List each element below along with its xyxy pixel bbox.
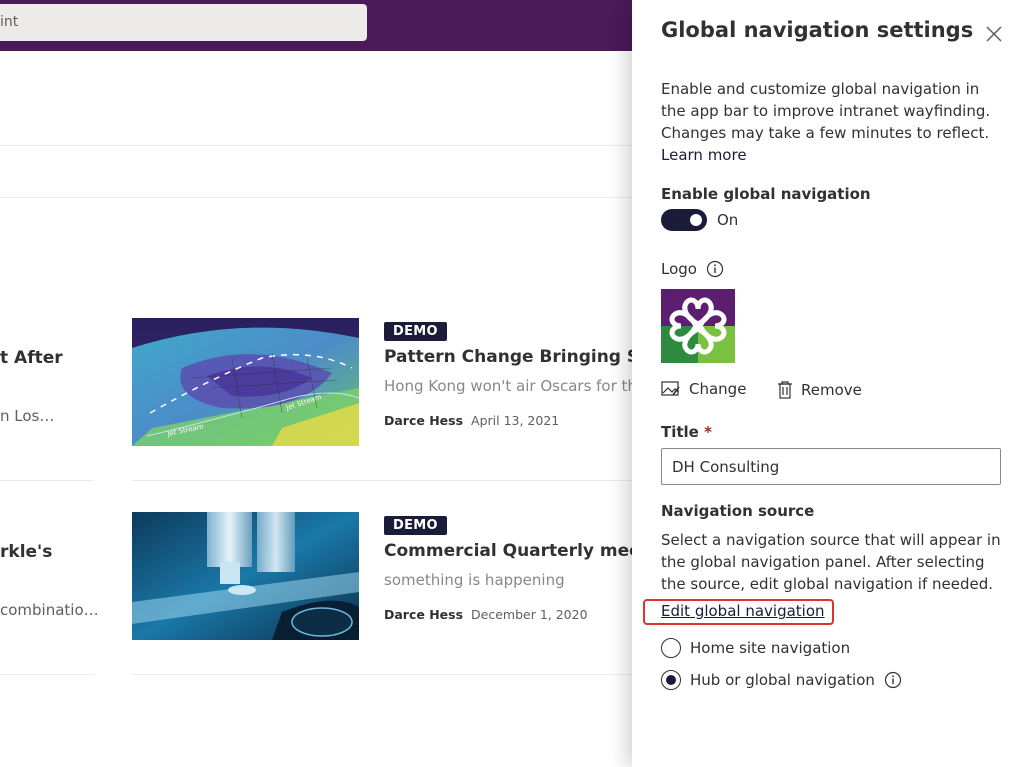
news-item[interactable]: DEMO Pattern Change Bringing Show Hong K… bbox=[384, 320, 634, 428]
learn-more-link[interactable]: Learn more bbox=[661, 144, 1006, 166]
divider bbox=[132, 480, 632, 481]
news-description: something is happening bbox=[384, 571, 565, 589]
panel-title: Global navigation settings bbox=[661, 18, 974, 42]
info-icon[interactable] bbox=[706, 260, 724, 278]
logo-label: Logo bbox=[661, 260, 697, 278]
trash-icon bbox=[778, 381, 792, 399]
news-meta: Darce Hess December 1, 2020 bbox=[384, 607, 634, 622]
divider bbox=[0, 145, 632, 146]
left-card-desc: n Los… bbox=[0, 407, 55, 425]
enable-global-navigation-label: Enable global navigation bbox=[661, 185, 871, 203]
news-thumbnail-microscope[interactable] bbox=[132, 512, 359, 640]
logo-image bbox=[661, 289, 735, 363]
left-card-title[interactable]: rkle's bbox=[0, 542, 52, 562]
toggle-state-text: On bbox=[717, 211, 739, 229]
title-label: Title * bbox=[661, 423, 712, 441]
left-card-desc: combinatio… bbox=[0, 601, 99, 619]
close-icon bbox=[986, 26, 1002, 42]
remove-logo-button[interactable]: Remove bbox=[777, 380, 862, 400]
panel-description: Enable and customize global navigation i… bbox=[661, 78, 1006, 166]
enable-global-navigation-toggle[interactable] bbox=[661, 209, 707, 231]
required-marker: * bbox=[704, 423, 712, 441]
radio-label: Home site navigation bbox=[690, 639, 851, 657]
panel-description-text: Enable and customize global navigation i… bbox=[661, 80, 991, 142]
news-title[interactable]: Commercial Quarterly meetin bbox=[384, 541, 634, 561]
change-image-icon bbox=[661, 381, 680, 396]
divider bbox=[0, 480, 94, 481]
navigation-source-description: Select a navigation source that will app… bbox=[661, 531, 1001, 593]
change-label: Change bbox=[689, 380, 747, 398]
divider bbox=[0, 197, 632, 198]
left-card-title[interactable]: t After bbox=[0, 348, 63, 368]
navigation-source-label: Navigation source bbox=[661, 502, 815, 520]
news-description: Hong Kong won't air Oscars for the bbox=[384, 377, 634, 395]
radio-button-checked[interactable] bbox=[661, 670, 681, 690]
title-label-text: Title bbox=[661, 423, 699, 441]
global-navigation-settings-panel: Global navigation settings Enable and cu… bbox=[632, 0, 1024, 767]
radio-label: Hub or global navigation bbox=[690, 671, 875, 689]
news-meta: Darce Hess April 13, 2021 bbox=[384, 413, 634, 428]
demo-badge: DEMO bbox=[384, 322, 447, 341]
radio-hub-or-global-navigation[interactable]: Hub or global navigation bbox=[661, 670, 902, 690]
news-author[interactable]: Darce Hess bbox=[384, 607, 463, 622]
info-icon[interactable] bbox=[884, 671, 902, 689]
news-item[interactable]: DEMO Commercial Quarterly meetin somethi… bbox=[384, 514, 634, 622]
search-input-value: int bbox=[0, 14, 19, 30]
radio-home-site-navigation[interactable]: Home site navigation bbox=[661, 638, 850, 658]
news-author[interactable]: Darce Hess bbox=[384, 413, 463, 428]
change-logo-button[interactable]: Change bbox=[661, 380, 746, 398]
demo-badge: DEMO bbox=[384, 516, 447, 535]
edit-global-navigation-link[interactable]: Edit global navigation bbox=[661, 602, 825, 620]
title-input[interactable] bbox=[661, 448, 1001, 485]
news-thumbnail-weather[interactable]: Jet Stream Jet Stream bbox=[132, 318, 359, 446]
divider bbox=[132, 674, 632, 675]
remove-label: Remove bbox=[801, 381, 862, 399]
divider bbox=[0, 674, 94, 675]
news-date: April 13, 2021 bbox=[471, 413, 560, 428]
toggle-knob bbox=[690, 214, 702, 226]
news-title[interactable]: Pattern Change Bringing Show bbox=[384, 347, 634, 367]
radio-button[interactable] bbox=[661, 638, 681, 658]
search-box[interactable]: int bbox=[0, 4, 367, 41]
close-button[interactable] bbox=[982, 22, 1006, 46]
news-date: December 1, 2020 bbox=[471, 607, 588, 622]
